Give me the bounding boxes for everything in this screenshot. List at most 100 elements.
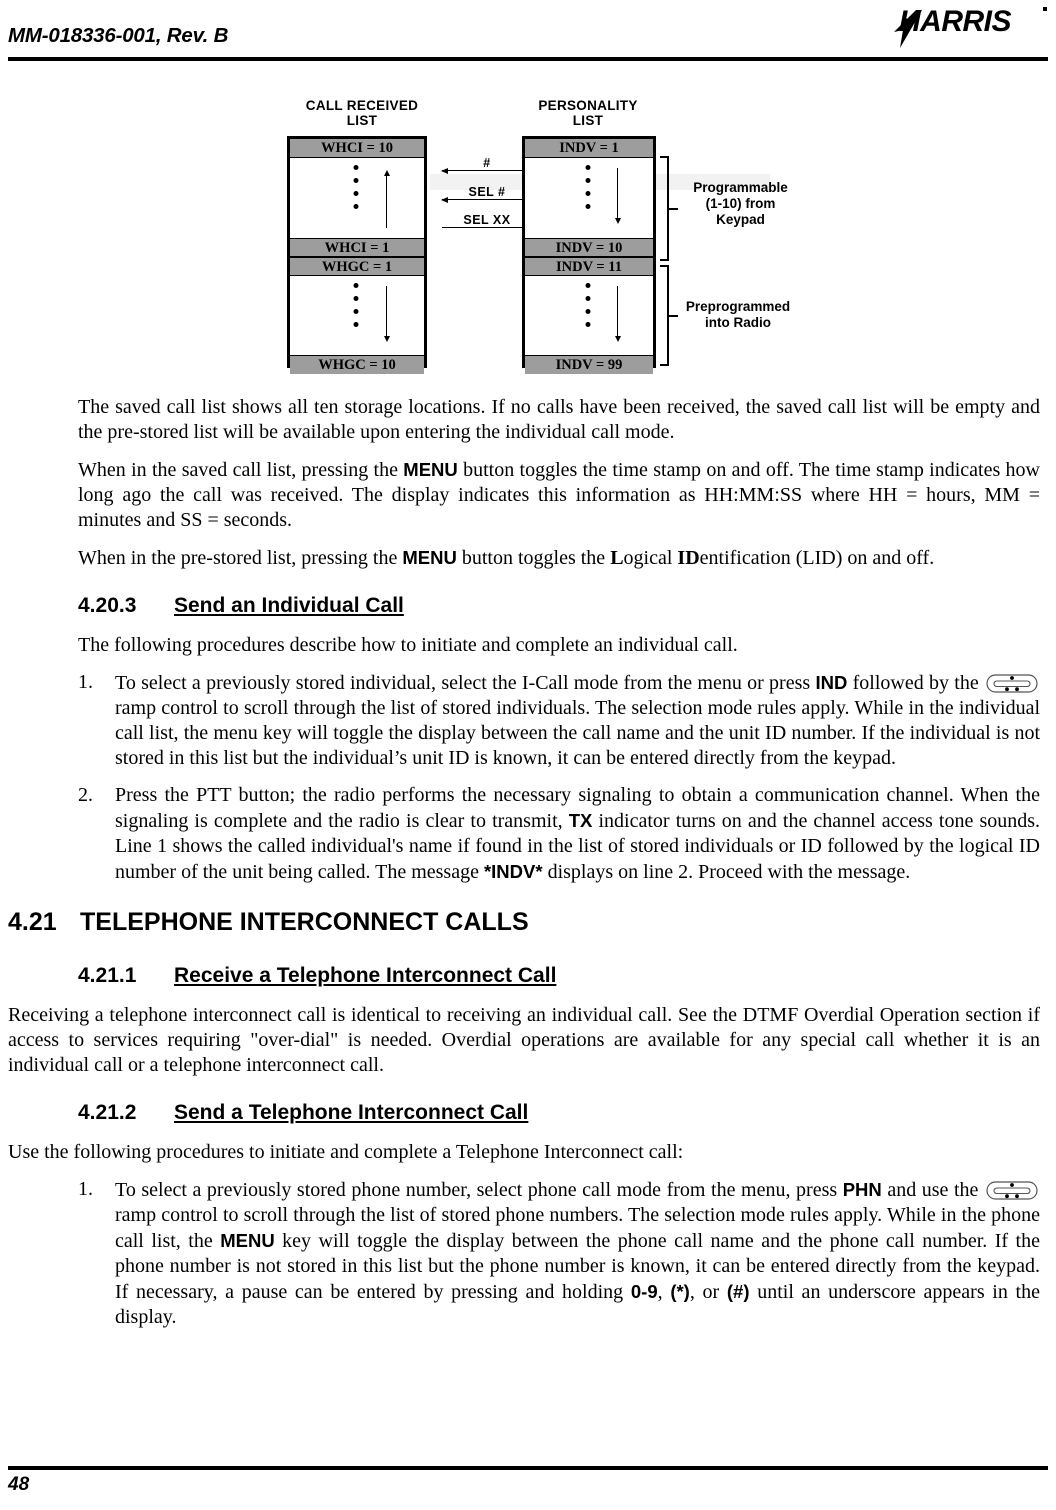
document-id: MM-018336-001, Rev. B [8, 24, 229, 47]
programmable-label-line1: Programmable [693, 180, 788, 195]
list-item-text: To select a previously stored phone numb… [115, 1179, 843, 1201]
svg-text:HARRIS: HARRIS [899, 5, 1011, 38]
heading-number: 4.21.2 [78, 1101, 137, 1124]
list-item-text: ramp control to scroll through the list … [115, 697, 1040, 769]
programmable-bracket-label: Programmable (1-10) from Keypad [678, 180, 803, 228]
paragraph-receive-interconnect: Receiving a telephone interconnect call … [0, 1003, 1056, 1078]
paragraph-prestored-menu: When in the pre-stored list, pressing th… [0, 545, 1056, 571]
list-item-text: and use the [881, 1179, 984, 1201]
paragraph-text: entification (LID) on and off. [699, 547, 935, 569]
heading-number: 4.20.3 [78, 594, 137, 617]
paragraph-saved-call-menu: When in the saved call list, pressing th… [0, 457, 1056, 533]
footer-rule [8, 1466, 1048, 1470]
list-segment-header: INDV = 1 [525, 139, 653, 158]
list-item-text: To select a previously stored individual… [115, 672, 816, 694]
heading-title: Receive a Telephone Interconnect Call [174, 964, 557, 987]
list-item-number: 1. [78, 671, 93, 693]
paragraph-text: Use the following procedures to initiate… [8, 1141, 684, 1163]
heading-title: Send a Telephone Interconnect Call [174, 1101, 529, 1124]
ramp-control-icon [986, 1181, 1038, 1200]
preprogrammed-bracket-label: Preprogrammed into Radio [672, 299, 804, 331]
page-content: The saved call list shows all ten storag… [0, 395, 1056, 1342]
page-number: 48 [8, 1474, 30, 1495]
header-rule [8, 57, 1048, 61]
scroll-arrow-line-down [617, 168, 619, 220]
arrow-head-left [441, 167, 448, 174]
preprogrammed-label-line1: Preprogrammed [685, 299, 791, 314]
paragraph-text: The following procedures describe how to… [78, 634, 738, 656]
menu-button-label: MENU [402, 547, 457, 568]
arrow-head-left [441, 196, 448, 203]
ellipsis-dots [585, 283, 593, 335]
preprogrammed-bracket [660, 265, 678, 366]
ramp-control-icon [986, 674, 1038, 693]
signal-arrow-sel-xx-label: SEL XX [463, 213, 511, 227]
lid-letter-l: L [610, 547, 624, 569]
paragraph-text: button toggles the [456, 547, 611, 569]
programmable-bracket [660, 156, 678, 261]
telephone-call-steps: 1. To select a previously stored phone nu… [0, 1177, 1056, 1330]
bracket-tick [669, 207, 678, 210]
hash-key-label: (#) [726, 1281, 750, 1302]
list-item: 2. Press the PTT button; the radio perfor… [0, 783, 1056, 885]
paragraph-saved-call-list: The saved call list shows all ten storag… [0, 395, 1056, 445]
tx-indicator-label: TX [568, 810, 593, 831]
individual-call-steps: 1. To select a previously stored individu… [0, 670, 1056, 885]
call-received-list-title-line2: LIST [346, 113, 378, 128]
scroll-arrow-head-up [383, 170, 390, 176]
heading-4-21: 4.21 TELEPHONE INTERCONNECT CALLS [0, 907, 1056, 937]
list-item-text: , or [689, 1281, 727, 1303]
lid-letters-id: ID [677, 547, 700, 569]
call-received-list-title: CALL RECEIVED LIST [282, 98, 442, 128]
scroll-arrow-head-down [614, 218, 621, 224]
menu-button-label: MENU [220, 1230, 275, 1251]
scroll-arrow-head-down [614, 336, 621, 342]
list-item-text: followed by the [847, 672, 984, 694]
list-segment-body [290, 276, 424, 355]
paragraph-text: Receiving a telephone interconnect call … [8, 1004, 1040, 1076]
heading-title: Send an Individual Call [174, 594, 404, 617]
harris-logo: HARRIS [894, 5, 1047, 48]
programmable-label-line2: (1-10) from [705, 196, 776, 211]
paragraph-send-interconnect-intro: Use the following procedures to initiate… [0, 1140, 1056, 1165]
list-item-number: 2. [78, 784, 93, 806]
heading-title: TELEPHONE INTERCONNECT CALLS [80, 908, 529, 936]
list-item-text: , [657, 1281, 671, 1303]
list-segment-body [290, 158, 424, 238]
arrow-line [442, 170, 532, 171]
arrow-line [442, 199, 532, 200]
call-received-list-box: WHCI = 10 WHCI = 1 WHGC = 1 WHGC = 10 [287, 136, 427, 374]
indv-message-label: *INDV* [483, 861, 543, 882]
list-item-text: displays on line 2. Proceed with the mes… [542, 861, 911, 883]
page-header: MM-018336-001, Rev. B HARRIS [0, 0, 1056, 61]
list-item-number: 1. [78, 1178, 93, 1200]
paragraph-text: The saved call list shows all ten storag… [78, 396, 1040, 443]
paragraph-text: When in the pre-stored list, pressing th… [78, 547, 403, 569]
arrow-line [442, 227, 532, 228]
heading-number: 4.21 [8, 908, 57, 936]
scroll-arrow-head-down [383, 336, 390, 342]
scroll-arrow-line-down [617, 286, 619, 338]
programmable-label-line3: Keypad [716, 212, 765, 227]
list-segment-body [525, 158, 653, 238]
list-segment-header: INDV = 99 [525, 355, 653, 374]
list-segment-header: INDV = 11 [525, 257, 653, 276]
keys-0-9-label: 0-9 [630, 1281, 658, 1302]
ellipsis-dots [353, 283, 361, 335]
personality-list-title-line2: LIST [572, 113, 604, 128]
heading-number: 4.21.1 [78, 964, 137, 987]
scroll-arrow-line-down [386, 286, 388, 338]
heading-4-20-3: 4.20.3 Send an Individual Call [0, 593, 1056, 619]
heading-4-21-1: 4.21.1 Receive a Telephone Interconnect C… [0, 963, 1056, 989]
list-segment-header: WHGC = 1 [290, 257, 424, 276]
paragraph-text: When in the saved call list, pressing th… [78, 459, 404, 481]
paragraph-individual-call-intro: The following procedures describe how to… [0, 633, 1056, 658]
ellipsis-dots [585, 165, 593, 217]
list-item: 1. To select a previously stored individu… [0, 670, 1056, 771]
list-segment-header: WHCI = 10 [290, 139, 424, 158]
phn-button-label: PHN [842, 1179, 882, 1200]
signal-arrow-sel-hash-label: SEL # [468, 185, 506, 199]
paragraph-text: ogical [623, 547, 678, 569]
ind-button-label: IND [815, 672, 848, 693]
list-segment-body [525, 276, 653, 355]
